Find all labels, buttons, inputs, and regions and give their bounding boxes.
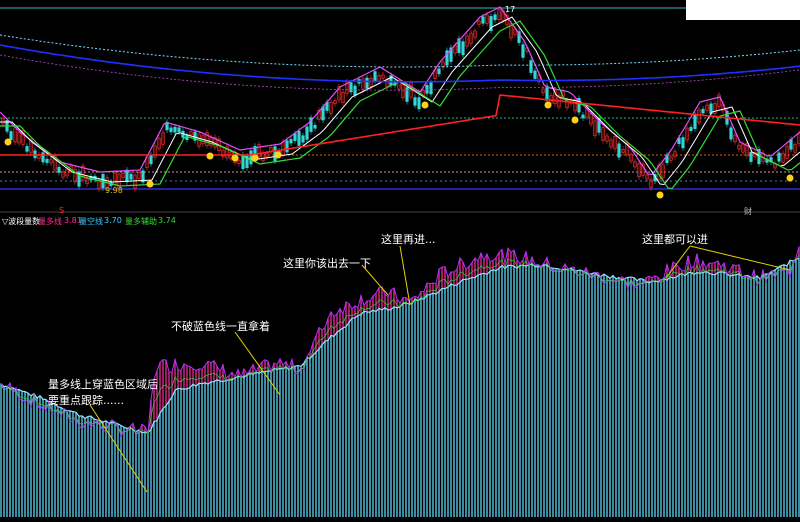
signal-dot [251, 154, 259, 162]
ma-red [0, 94, 800, 156]
tag-s: S [59, 206, 65, 215]
signal-dot [544, 101, 552, 109]
chart-stage: 9.98 17 S 财 ▽波段量数 量多线 3.81 量空线 3.70 量多辅助… [0, 0, 800, 518]
candle-down [481, 16, 485, 24]
annotation-3: 这里你该出去一下 [283, 257, 371, 270]
candle-down [125, 169, 129, 183]
candle-down [301, 135, 305, 143]
candle-down [429, 82, 433, 95]
tag-cai: 财 [744, 207, 752, 216]
annotation-5: 这里都可以进 [642, 233, 708, 246]
candle-down [293, 133, 297, 141]
annotation-1-line2: 要重点跟踪...... [48, 394, 124, 407]
signal-dot [231, 154, 239, 162]
candle-down [729, 127, 733, 140]
price-panel [0, 6, 800, 199]
candle-down [749, 151, 753, 162]
candle-down [353, 85, 357, 96]
legend-line3-value: 3.74 [158, 216, 176, 225]
legend-line1-label: 量多线 [38, 217, 62, 226]
candle-down [437, 68, 441, 75]
candle-down [149, 154, 153, 165]
candle-down [493, 14, 497, 21]
candle-down [701, 108, 705, 114]
signal-dot [274, 151, 282, 159]
price-label-low: 9.98 [105, 186, 123, 195]
signal-dot [206, 152, 214, 160]
price-label-high: 17 [505, 5, 516, 14]
chart-canvas [0, 6, 800, 517]
candle-down [41, 152, 45, 163]
info-box [686, 0, 800, 20]
candle-down [617, 143, 621, 158]
signal-dot [4, 138, 12, 146]
candle-down [529, 60, 533, 73]
candle-down [297, 130, 301, 146]
signal-dot [421, 101, 429, 109]
candle-down [365, 77, 369, 89]
signal-dot [571, 116, 579, 124]
candle-down [321, 106, 325, 121]
candle-down [693, 114, 697, 129]
candle-down [689, 126, 693, 131]
candle-down [129, 173, 133, 180]
indicator-title: ▽波段量数 [2, 217, 41, 226]
annotation-4: 这里再进... [381, 233, 436, 246]
candle-down [289, 139, 293, 144]
annotation-pointer [399, 245, 411, 306]
signal-dot [786, 174, 794, 182]
ma-magenta [0, 6, 800, 176]
candle-down [461, 41, 465, 56]
ma-green [0, 20, 800, 190]
candle-down [373, 71, 377, 81]
ma-white [0, 16, 800, 186]
signal-dot [656, 191, 664, 199]
legend-line2-value: 3.70 [104, 216, 122, 225]
candle-down [177, 127, 181, 133]
legend-line3-label: 量多辅助 [125, 217, 157, 226]
candle-down [413, 97, 417, 106]
candle-down [45, 158, 49, 163]
annotation-1-line1: 量多线上穿蓝色区域后 [48, 378, 158, 391]
annotation-pointer [234, 331, 281, 396]
candle-down [305, 126, 309, 140]
ma-cyan-dotted [0, 34, 800, 68]
candle-down [349, 82, 353, 93]
candle-down [285, 140, 289, 153]
candle-down [9, 131, 13, 141]
candle-down [581, 114, 585, 119]
candle-down [169, 127, 173, 133]
candle-down [777, 152, 781, 162]
signal-dot [146, 180, 154, 188]
legend-line2-label: 量空线 [79, 217, 103, 226]
annotation-2: 不破蓝色线一直拿着 [171, 320, 270, 333]
candle-down [25, 146, 29, 152]
candle-down [425, 84, 429, 94]
candle-down [173, 126, 177, 133]
candle-down [405, 87, 409, 102]
candle-down [417, 97, 421, 110]
candle-down [521, 44, 525, 58]
candle-down [533, 70, 537, 79]
candle-down [313, 124, 317, 129]
volume-indicator-panel [0, 211, 800, 517]
candle-down [681, 137, 685, 149]
candle-down [57, 166, 61, 173]
ma-blue [0, 44, 800, 83]
